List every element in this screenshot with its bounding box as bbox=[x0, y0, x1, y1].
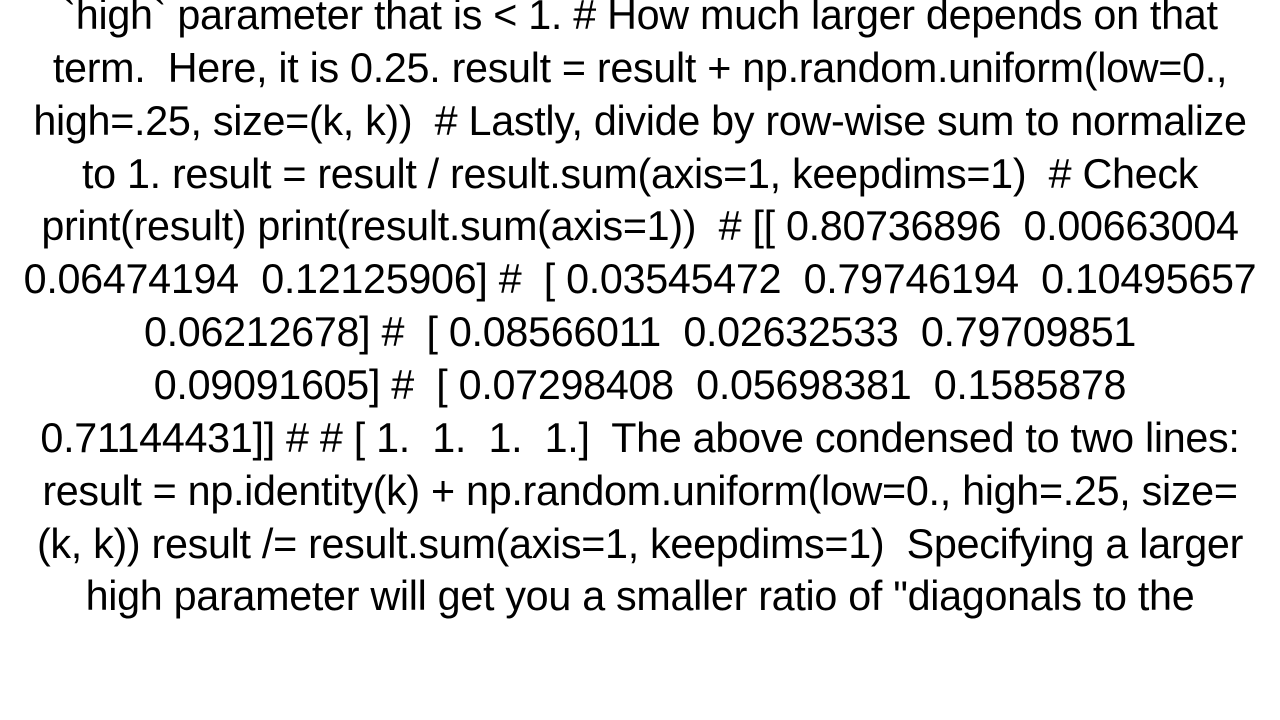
body-text: `high` parameter that is < 1. # How much… bbox=[20, 0, 1260, 623]
document-body: `high` parameter that is < 1. # How much… bbox=[0, 0, 1280, 720]
